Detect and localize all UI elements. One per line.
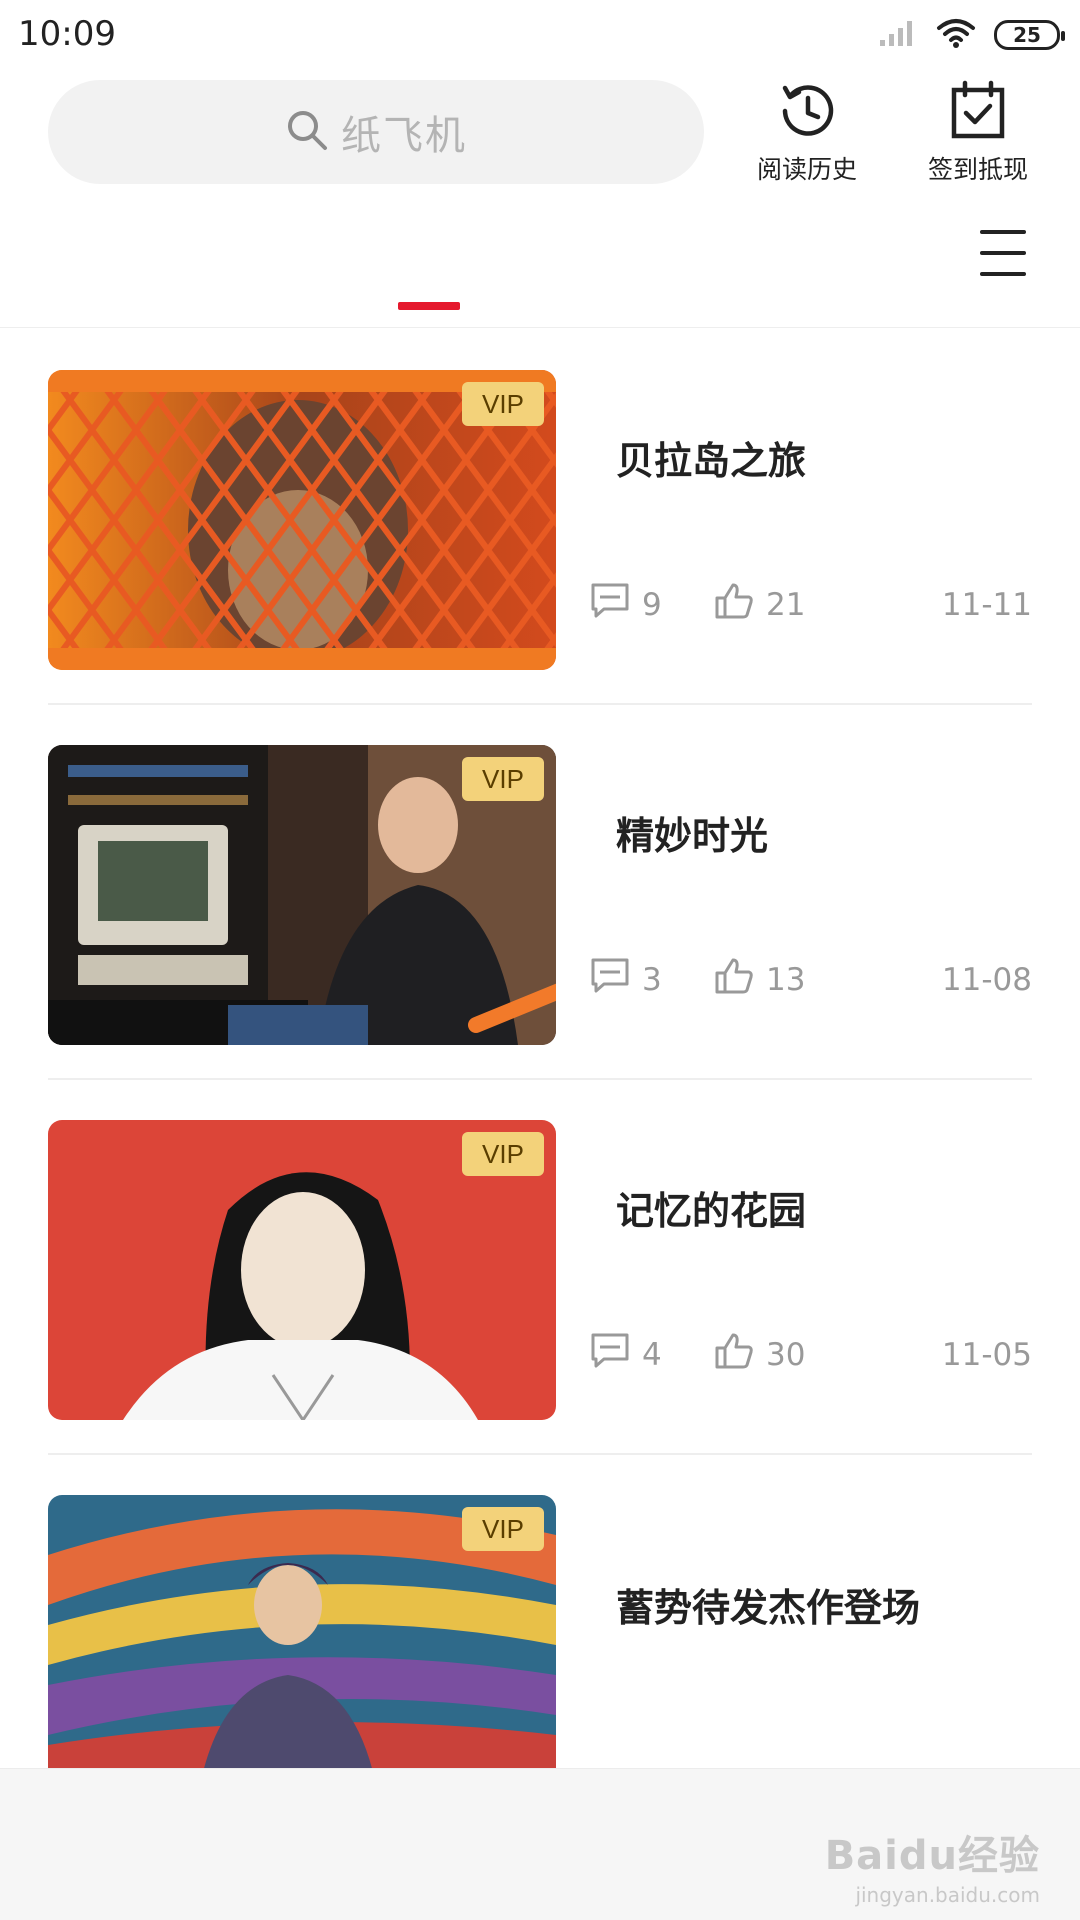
thumbs-up-icon xyxy=(714,582,754,628)
watermark: Baidu经验 jingyan.baidu.com xyxy=(825,1823,1040,1907)
comment-count: 4 xyxy=(590,1332,662,1378)
vip-badge: VIP xyxy=(462,1507,544,1551)
article-title: 精妙时光 xyxy=(616,814,769,858)
article-title: 记忆的花园 xyxy=(616,1189,807,1233)
status-time: 10:09 xyxy=(18,14,116,54)
checkin-button[interactable]: 签到抵现 xyxy=(903,80,1053,186)
comment-count-value: 4 xyxy=(642,1337,662,1373)
watermark-site: jingyan.baidu.com xyxy=(855,1883,1040,1907)
wifi-icon xyxy=(936,18,976,52)
tab-strip xyxy=(0,196,1080,328)
checkin-label: 签到抵现 xyxy=(927,155,1028,184)
article-date: 11-11 xyxy=(941,587,1032,623)
calendar-check-icon xyxy=(903,80,1053,142)
comment-count: 9 xyxy=(590,582,662,628)
thumbs-up-icon xyxy=(714,1332,754,1378)
article-meta: 3 13 11-08 xyxy=(590,955,1032,1005)
signal-icon xyxy=(878,18,918,52)
comment-count: 3 xyxy=(590,957,662,1003)
like-count: 21 xyxy=(714,582,805,628)
list-item[interactable]: VIP 蓄势待发杰作登场 xyxy=(0,1455,1080,1770)
watermark-brand: Baidu经验 xyxy=(824,1833,1040,1879)
article-thumbnail: VIP xyxy=(48,745,556,1045)
article-date: 11-05 xyxy=(941,1337,1032,1373)
comment-icon xyxy=(590,957,630,1003)
list-item[interactable]: VIP 精妙时光 3 13 11-08 xyxy=(0,705,1080,1080)
article-thumbnail: VIP xyxy=(48,370,556,670)
search-bar[interactable]: 纸飞机 xyxy=(48,80,704,184)
article-thumbnail: VIP xyxy=(48,1495,556,1770)
article-title: 蓄势待发杰作登场 xyxy=(616,1586,921,1630)
list-item[interactable]: VIP 贝拉岛之旅 9 21 11-11 xyxy=(0,330,1080,705)
reading-history-button[interactable]: 阅读历史 xyxy=(732,80,882,186)
like-count: 30 xyxy=(714,1332,805,1378)
search-icon xyxy=(285,108,329,156)
list-item[interactable]: VIP 记忆的花园 4 30 11-05 xyxy=(0,1080,1080,1455)
comment-icon xyxy=(590,1332,630,1378)
comment-count-value: 9 xyxy=(642,587,662,623)
vip-badge: VIP xyxy=(462,1132,544,1176)
article-feed: VIP 贝拉岛之旅 9 21 11-11 VIP 精妙时光 3 13 11-08… xyxy=(0,330,1080,1770)
article-title: 贝拉岛之旅 xyxy=(616,439,807,483)
bottom-navigation-bar: Baidu经验 jingyan.baidu.com xyxy=(0,1768,1080,1920)
comment-icon xyxy=(590,582,630,628)
article-meta: 9 21 11-11 xyxy=(590,580,1032,630)
history-icon xyxy=(732,80,882,142)
status-bar: 10:09 25 xyxy=(0,0,1080,76)
like-count: 13 xyxy=(714,957,805,1003)
comment-count-value: 3 xyxy=(642,962,662,998)
active-tab-indicator xyxy=(398,302,460,310)
battery-icon: 25 xyxy=(994,20,1065,50)
vip-badge: VIP xyxy=(462,757,544,801)
status-icons: 25 xyxy=(878,18,1065,52)
reading-history-label: 阅读历史 xyxy=(756,155,857,184)
article-meta: 4 30 11-05 xyxy=(590,1330,1032,1380)
thumbs-up-icon xyxy=(714,957,754,1003)
article-thumbnail: VIP xyxy=(48,1120,556,1420)
like-count-value: 13 xyxy=(766,962,806,998)
article-date: 11-08 xyxy=(941,962,1032,998)
like-count-value: 30 xyxy=(766,1337,806,1373)
search-placeholder: 纸飞机 xyxy=(341,113,467,159)
menu-icon[interactable] xyxy=(980,230,1026,276)
vip-badge: VIP xyxy=(462,382,544,426)
like-count-value: 21 xyxy=(766,587,806,623)
